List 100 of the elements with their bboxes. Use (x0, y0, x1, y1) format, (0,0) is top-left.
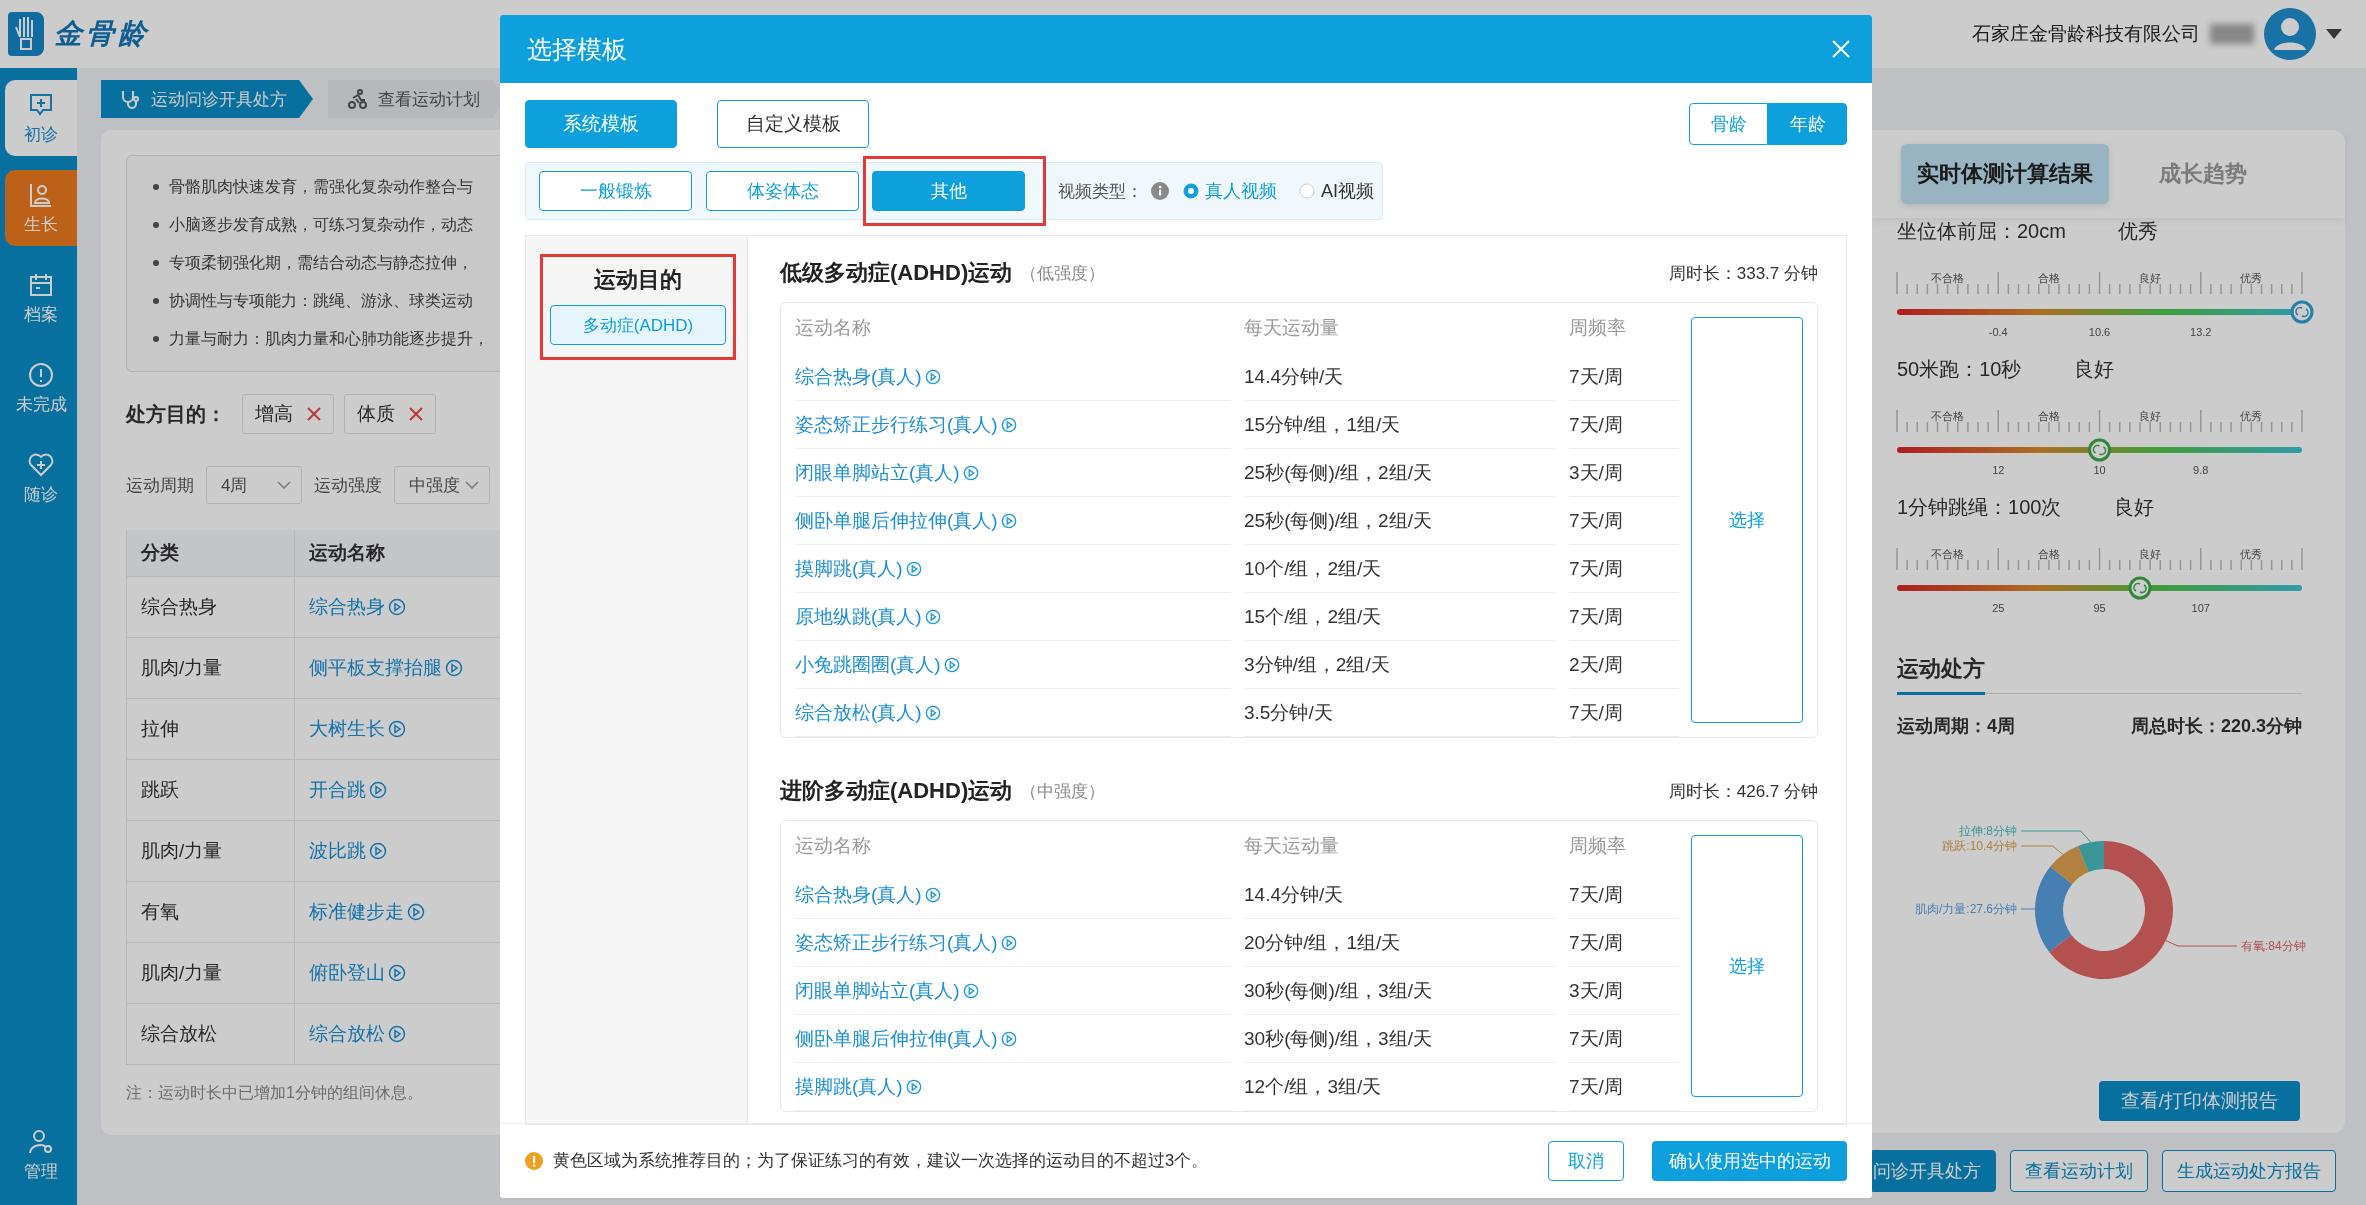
close-icon[interactable] (1832, 40, 1850, 58)
panel-tab[interactable]: 成长趋势 (2143, 144, 2263, 204)
exercise-link[interactable]: 姿态矫正步行练习(真人) (795, 929, 1017, 956)
remove-icon[interactable] (307, 407, 321, 421)
exercise-link[interactable]: 小兔跳圈圈(真人) (795, 651, 960, 678)
exercise-link[interactable]: 综合放松(真人) (795, 699, 941, 726)
select-field[interactable]: 4周 (206, 466, 302, 504)
exercise-link[interactable]: 波比跳 (309, 838, 387, 864)
grade-label: 良好 (2139, 548, 2162, 560)
play-icon (369, 842, 387, 860)
category-button[interactable]: 体姿体态 (706, 171, 859, 211)
sidebar-item[interactable]: 未完成 (5, 350, 77, 426)
radio-option[interactable]: AI视频 (1299, 179, 1374, 203)
caret-icon[interactable] (2326, 29, 2342, 39)
exercise-link[interactable]: 摸脚跳(真人) (795, 555, 922, 582)
table-cell-text: 7天/周 (1569, 604, 1623, 629)
purpose-label: 处方目的： (126, 401, 226, 427)
play-icon (388, 720, 406, 738)
purpose-tag[interactable]: 体质 (344, 394, 436, 434)
table-cell-text: 7天/周 (1569, 1074, 1623, 1099)
basis-toggle[interactable]: 骨龄 (1689, 103, 1768, 145)
duration-text: 周时长：333.7 分钟 (1668, 262, 1818, 285)
play-icon (962, 982, 979, 999)
blurred-name-block (2210, 24, 2254, 44)
column-header: 每天运动量 (1244, 316, 1340, 340)
sidebar-item[interactable]: 生长 (5, 170, 77, 246)
exercise-link[interactable]: 综合热身(真人) (795, 363, 941, 390)
grade-label: 不合格 (1931, 272, 1965, 284)
action-button[interactable]: 问诊开具处方 (1872, 1150, 1996, 1192)
action-button[interactable]: 查看运动计划 (2010, 1150, 2148, 1192)
exercise-link[interactable]: 闭眼单脚站立(真人) (795, 977, 979, 1004)
grade-label: 优秀 (2240, 272, 2263, 284)
step-tab[interactable]: 运动问诊开具处方 (101, 80, 313, 118)
panel-tab[interactable]: 实时体测计算结果 (1901, 144, 2109, 204)
category-button[interactable]: 一般锻炼 (539, 171, 692, 211)
grade-label: 不合格 (1931, 410, 1965, 422)
exercise-link[interactable]: 综合放松 (309, 1021, 406, 1047)
exercise-link[interactable]: 大树生长 (309, 716, 406, 742)
metric-grade: 良好 (2073, 356, 2114, 382)
category-button[interactable]: 其他 (872, 171, 1025, 211)
sidebar-item[interactable]: 随诊 (5, 440, 77, 516)
video-type-label: 视频类型： (1058, 180, 1143, 203)
table-cell-text: 2天/周 (1569, 652, 1623, 677)
table-cell-text: 3天/周 (1569, 460, 1623, 485)
select-button[interactable]: 选择 (1691, 317, 1803, 723)
purpose-title: 运动目的 (594, 266, 682, 294)
template-title: 低级多动症(ADHD)运动 (780, 259, 1013, 287)
exercise-link[interactable]: 开合跳 (309, 777, 387, 803)
filter-label: 运动周期 (126, 474, 194, 497)
grade-label: 优秀 (2240, 410, 2263, 422)
exercise-link[interactable]: 侧卧单腿后伸拉伸(真人) (795, 507, 1017, 534)
play-icon (1000, 512, 1017, 529)
note-item: 协调性与专项能力：跳绳、游泳、球类运动 (153, 282, 500, 320)
metric-name: 50米跑：10秒 (1897, 356, 2022, 382)
table-cell-text: 12个/组，3组/天 (1244, 1074, 1382, 1099)
data-label: 拉伸:8分钟 (1959, 824, 2017, 838)
exercise-link[interactable]: 综合热身 (309, 594, 406, 620)
purpose-tag[interactable]: 增高 (242, 394, 334, 434)
sidebar-item[interactable]: 档案 (5, 260, 77, 336)
play-icon (905, 1078, 922, 1095)
table-cell-text: 15分钟/组，1组/天 (1244, 412, 1401, 437)
template-source-tab[interactable]: 自定义模板 (717, 100, 869, 148)
sidebar-item[interactable]: 管理 (5, 1117, 77, 1193)
grade-label: 不合格 (1931, 548, 1965, 560)
play-icon (924, 704, 941, 721)
step-tab[interactable]: 查看运动计划 (328, 80, 500, 118)
purpose-button[interactable]: 多动症(ADHD) (550, 305, 726, 345)
basis-toggle[interactable]: 年龄 (1768, 103, 1847, 145)
template-source-tab[interactable]: 系统模板 (525, 100, 677, 148)
select-button[interactable]: 选择 (1691, 835, 1803, 1097)
table-cell-text: 7天/周 (1569, 412, 1623, 437)
scale-value: 13.2 (2190, 326, 2212, 338)
remove-icon[interactable] (409, 407, 423, 421)
exercise-link[interactable]: 摸脚跳(真人) (795, 1073, 922, 1100)
exercise-link[interactable]: 原地纵跳(真人) (795, 603, 941, 630)
avatar-icon[interactable] (2264, 8, 2316, 60)
table-cell: 跳跃 (127, 760, 295, 820)
sidebar-item[interactable]: 初诊 (5, 80, 77, 156)
select-field[interactable]: 中强度 (394, 466, 490, 504)
leader-line (2020, 830, 2092, 843)
exercise-link[interactable]: 综合热身(真人) (795, 881, 941, 908)
chevron-icon (465, 481, 479, 489)
confirm-button[interactable]: 确认使用选中的运动 (1652, 1141, 1847, 1181)
info-icon (1151, 182, 1169, 200)
exercise-link[interactable]: 标准健步走 (309, 899, 425, 925)
exercise-link[interactable]: 俯卧登山 (309, 960, 406, 986)
report-button[interactable]: 查看/打印体测报告 (2098, 1081, 2300, 1121)
column-header: 运动名称 (795, 834, 872, 858)
data-label: 有氧:84分钟 (2241, 939, 2306, 953)
radio-option[interactable]: 真人视频 (1183, 179, 1277, 203)
total-duration-text: 周总时长：220.3分钟 (2130, 715, 2302, 738)
exercise-link[interactable]: 侧卧单腿后伸拉伸(真人) (795, 1025, 1017, 1052)
action-button[interactable]: 生成运动处方报告 (2162, 1150, 2336, 1192)
stethoscope-icon (119, 88, 141, 110)
cancel-button[interactable]: 取消 (1548, 1141, 1624, 1181)
exercise-link[interactable]: 侧平板支撑抬腿 (309, 655, 463, 681)
exercise-link[interactable]: 闭眼单脚站立(真人) (795, 459, 979, 486)
column-header: 周频率 (1569, 834, 1627, 858)
exercise-link[interactable]: 姿态矫正步行练习(真人) (795, 411, 1017, 438)
table-cell-text: 14.4分钟/天 (1244, 882, 1344, 907)
